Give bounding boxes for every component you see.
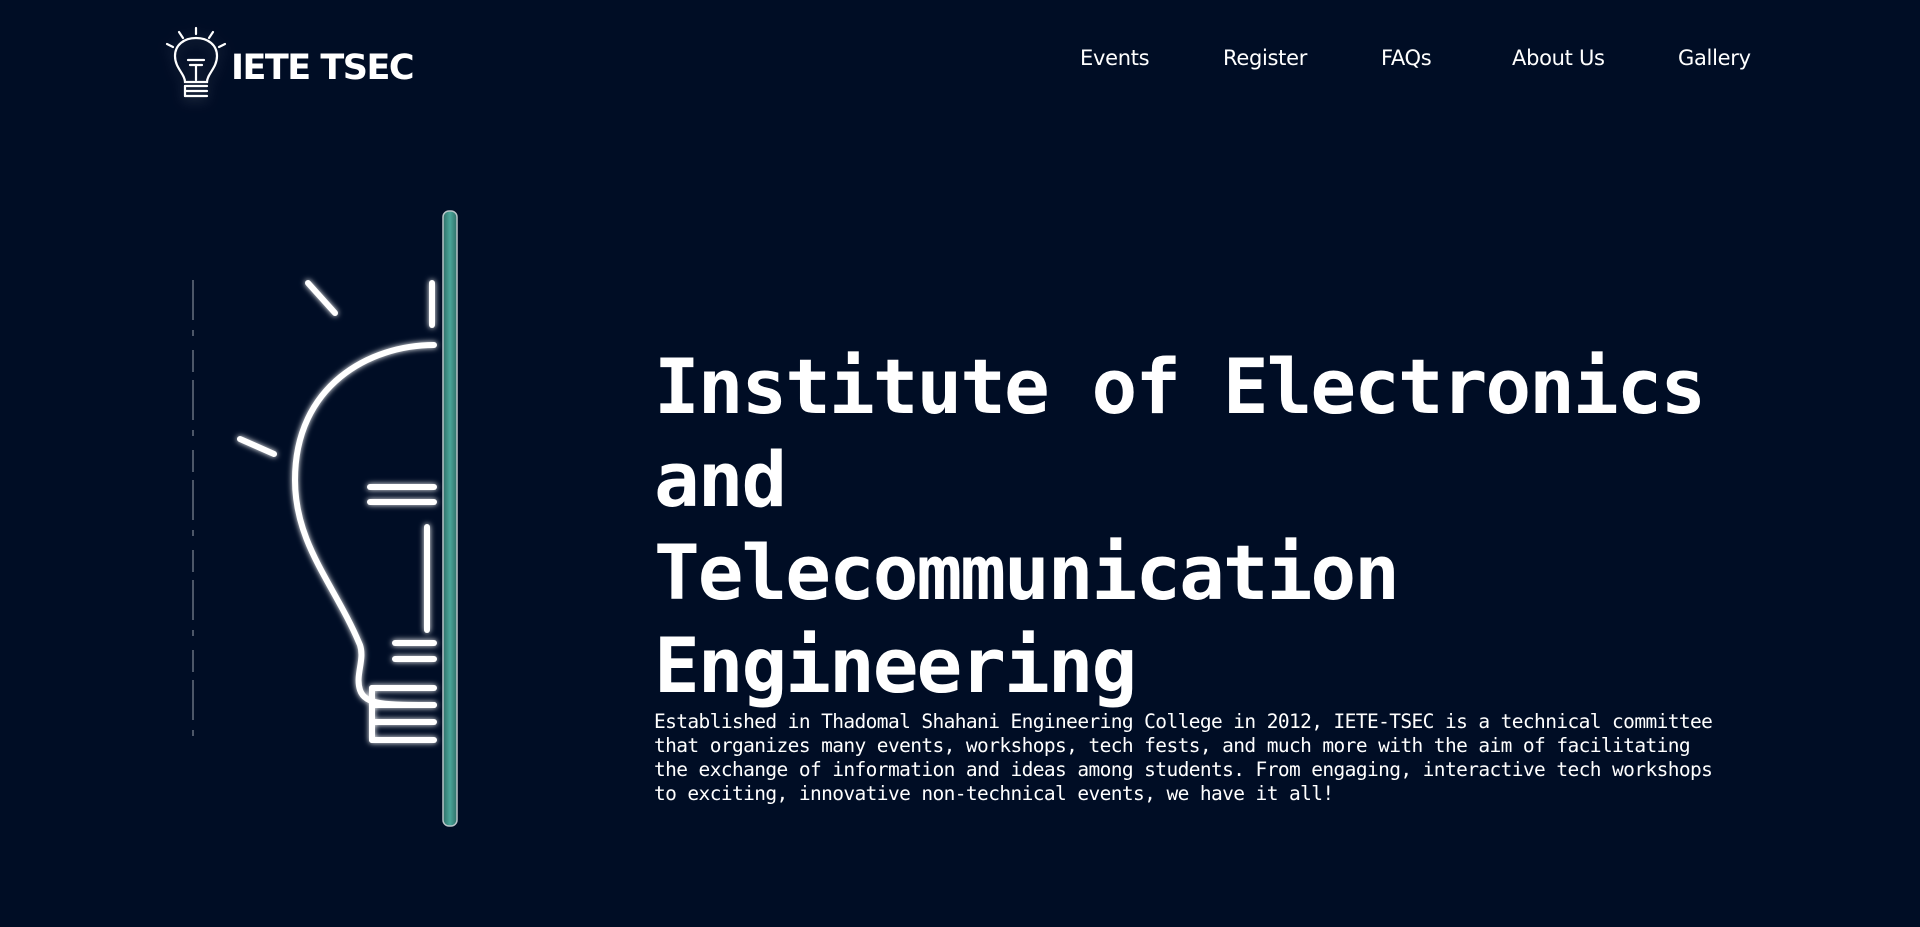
nav-link-faqs[interactable]: FAQs (1381, 46, 1432, 70)
nav-link-gallery[interactable]: Gallery (1678, 46, 1751, 70)
hero-title-line: Telecommunication (654, 528, 1400, 617)
hero-title-line: Engineering (654, 621, 1137, 710)
half-lightbulb-icon (192, 210, 458, 827)
hero-section: Institute of Electronics and Telecommuni… (654, 340, 1734, 806)
hero-title-line: Institute of Electronics and (654, 342, 1706, 524)
nav-link-register[interactable]: Register (1223, 46, 1307, 70)
nav-link-events[interactable]: Events (1080, 46, 1150, 70)
main-nav: Events Register FAQs About Us Gallery (0, 46, 1920, 78)
nav-link-about-us[interactable]: About Us (1512, 46, 1605, 70)
hero-title: Institute of Electronics and Telecommuni… (654, 340, 1734, 712)
page: IETE TSEC Events Register FAQs About Us … (0, 0, 1920, 927)
hero-description: Established in Thadomal Shahani Engineer… (654, 710, 1713, 805)
